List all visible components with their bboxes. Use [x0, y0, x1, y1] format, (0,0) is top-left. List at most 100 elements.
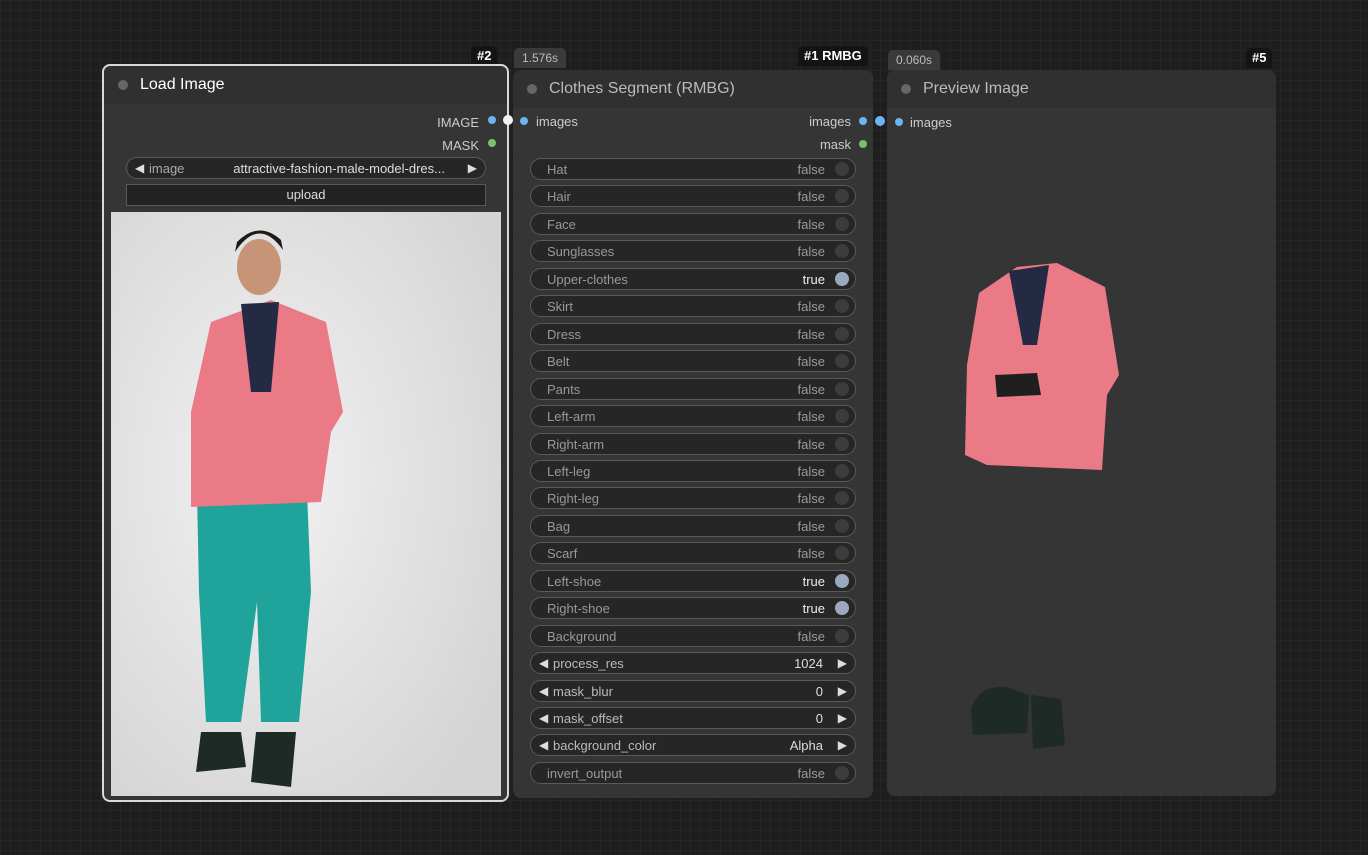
toggle-left-leg[interactable]: Left-leg false [530, 459, 856, 482]
widget-label: Hat [547, 162, 568, 177]
widget-label: Pants [547, 381, 581, 397]
toggle-sunglasses[interactable]: Sunglasses false [530, 240, 856, 263]
input-images[interactable]: images [536, 114, 578, 130]
widget-label: background_color [553, 738, 657, 754]
decrement-arrow-icon[interactable]: ◀ [539, 684, 548, 698]
toggle-invert-output[interactable]: invert_output false [530, 761, 856, 784]
widget-label: Right-leg [547, 491, 600, 507]
toggle-knob-icon[interactable] [835, 518, 849, 533]
toggle-bag[interactable]: Bag false [530, 514, 856, 537]
decrement-arrow-icon[interactable]: ◀ [539, 738, 548, 752]
widget-value: false [797, 765, 825, 781]
output-mask[interactable]: mask [820, 137, 851, 153]
widget-value: false [797, 463, 825, 479]
toggle-knob-icon[interactable] [835, 409, 849, 424]
widget-value: false [797, 354, 825, 370]
widget-value: false [797, 189, 825, 205]
port-dot[interactable] [520, 117, 528, 125]
next-arrow-icon[interactable]: ▶ [468, 161, 477, 175]
widget-label: Left-arm [547, 409, 596, 425]
widget-label: Background [547, 628, 617, 644]
clothes-segment-node[interactable]: Clothes Segment (RMBG) images images mas… [513, 70, 873, 798]
increment-arrow-icon[interactable]: ▶ [838, 656, 847, 670]
node-header[interactable]: Load Image [104, 66, 507, 104]
widget-value: false [797, 518, 825, 534]
toggle-skirt[interactable]: Skirt false [530, 295, 856, 318]
toggle-knob-icon[interactable] [835, 463, 849, 478]
toggle-knob-icon[interactable] [835, 601, 849, 616]
toggle-right-arm[interactable]: Right-arm false [530, 432, 856, 455]
toggle-knob-icon[interactable] [835, 216, 849, 231]
widget-value: false [797, 216, 825, 232]
output-image[interactable]: IMAGE [437, 115, 479, 131]
preview-image-node[interactable]: Preview Image images [887, 70, 1276, 796]
widget-label: mask_blur [553, 683, 613, 699]
widget-label: image [149, 161, 185, 176]
output-images[interactable]: images [809, 114, 851, 130]
toggle-knob-icon[interactable] [835, 628, 849, 643]
increment-arrow-icon[interactable]: ▶ [838, 711, 847, 725]
toggle-knob-icon[interactable] [835, 189, 849, 204]
port-dot[interactable] [859, 140, 867, 148]
toggle-face[interactable]: Face false [530, 212, 856, 235]
toggle-scarf[interactable]: Scarf false [530, 542, 856, 565]
toggle-left-arm[interactable]: Left-arm false [530, 405, 856, 428]
toggle-dress[interactable]: Dress false [530, 322, 856, 345]
increment-arrow-icon[interactable]: ▶ [838, 738, 847, 752]
toggle-upper-clothes[interactable]: Upper-clothes true [530, 267, 856, 290]
toggle-knob-icon[interactable] [835, 162, 849, 176]
toggle-knob-icon[interactable] [835, 765, 849, 780]
widget-label: Upper-clothes [547, 271, 628, 287]
toggle-left-shoe[interactable]: Left-shoe true [530, 569, 856, 592]
widget-value: false [797, 244, 825, 260]
toggle-knob-icon[interactable] [835, 244, 849, 259]
prev-arrow-icon[interactable]: ◀ [135, 161, 144, 175]
port-dot[interactable] [488, 116, 496, 124]
number-widget-background-color[interactable]: ◀ background_color Alpha ▶ [530, 734, 856, 757]
toggle-knob-icon[interactable] [835, 326, 849, 341]
port-dot[interactable] [488, 139, 496, 147]
port-dot[interactable] [895, 118, 903, 126]
port-dot[interactable] [859, 117, 867, 125]
toggle-pants[interactable]: Pants false [530, 377, 856, 400]
toggle-hair[interactable]: Hair false [530, 185, 856, 208]
widget-label: Belt [547, 354, 570, 370]
number-widget-mask-blur[interactable]: ◀ mask_blur 0 ▶ [530, 679, 856, 702]
widget-label: Left-leg [547, 463, 591, 479]
toggle-right-leg[interactable]: Right-leg false [530, 487, 856, 510]
number-widget-mask-offset[interactable]: ◀ mask_offset 0 ▶ [530, 707, 856, 729]
decrement-arrow-icon[interactable]: ◀ [539, 711, 548, 725]
link-connector[interactable] [503, 115, 513, 125]
widget-value: Alpha [789, 738, 823, 754]
toggle-background[interactable]: Background false [530, 624, 856, 647]
toggle-knob-icon[interactable] [835, 299, 849, 314]
toggle-knob-icon[interactable] [835, 381, 849, 396]
node-id-badge: #1 RMBG [798, 46, 868, 66]
widget-label: Bag [547, 518, 571, 534]
toggle-knob-icon[interactable] [835, 491, 849, 506]
widget-label: Dress [547, 326, 581, 342]
toggle-knob-icon[interactable] [835, 546, 849, 561]
toggle-knob-icon[interactable] [835, 271, 849, 286]
upload-button[interactable]: upload [126, 184, 486, 206]
toggle-knob-icon[interactable] [835, 354, 849, 369]
model-photo [111, 212, 501, 796]
node-header[interactable]: Clothes Segment (RMBG) [513, 70, 873, 108]
number-widget-process-res[interactable]: ◀ process_res 1024 ▶ [530, 652, 856, 675]
toggle-belt[interactable]: Belt false [530, 350, 856, 373]
toggle-right-shoe[interactable]: Right-shoe true [530, 597, 856, 620]
image-file-select[interactable]: ◀ image attractive-fashion-male-model-dr… [126, 157, 486, 179]
increment-arrow-icon[interactable]: ▶ [838, 684, 847, 698]
widget-label: invert_output [547, 765, 623, 781]
toggle-hat[interactable]: Hat false [530, 158, 856, 180]
output-mask[interactable]: MASK [442, 138, 479, 154]
node-id-badge: #5 [1246, 48, 1273, 68]
toggle-knob-icon[interactable] [835, 436, 849, 451]
node-header[interactable]: Preview Image [887, 70, 1276, 108]
decrement-arrow-icon[interactable]: ◀ [539, 656, 548, 670]
load-image-node[interactable]: Load Image IMAGE MASK ◀ image attractive… [102, 64, 509, 802]
toggle-knob-icon[interactable] [835, 573, 849, 588]
link-connector[interactable] [875, 116, 885, 126]
widget-value: 0 [815, 711, 823, 726]
input-images[interactable]: images [910, 115, 952, 131]
